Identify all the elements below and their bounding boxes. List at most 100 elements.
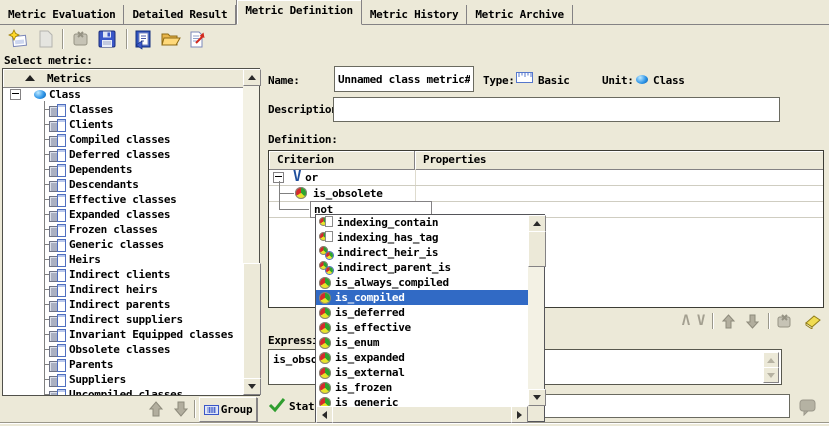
scrollbar-corner [528,406,544,421]
tab-detailed-result[interactable]: Detailed Result [124,5,236,24]
definition-row-or[interactable]: V or [269,169,823,186]
criterion-option[interactable]: is_effective [316,320,528,335]
properties-column-header[interactable]: Properties [415,151,823,169]
metric-icon [49,269,66,281]
metric-tree-item[interactable]: Invariant Equipped classes [3,327,243,342]
or-operator-button[interactable]: V [697,314,705,328]
scroll-thumb[interactable] [243,263,261,379]
metric-tree-item[interactable]: Expanded classes [3,207,243,222]
tab-bar: Metric Evaluation Detailed Result Metric… [0,0,829,25]
criterion-option[interactable]: is_external [316,365,528,380]
criterion-option[interactable]: is_enum [316,335,528,350]
new-metric-button[interactable] [6,27,30,51]
definition-row-is-obsolete[interactable]: is_obsolete [269,185,823,202]
scroll-thumb[interactable] [332,406,512,423]
pie-icon [319,367,331,379]
tab-metric-history[interactable]: Metric History [362,5,468,24]
metric-tree-item[interactable]: Generic classes [3,237,243,252]
criterion-option[interactable]: indirect_heir_is [316,245,528,260]
criterion-option[interactable]: indexing_has_tag [316,230,528,245]
criterion-dropdown-list: indexing_containindexing_has_tagindirect… [316,215,528,406]
metric-tree-item[interactable]: Compiled classes [3,132,243,147]
expression-scroll-up-button[interactable] [763,352,779,368]
scroll-thumb[interactable] [528,231,546,267]
delete-criterion-button[interactable] [776,313,795,330]
move-metric-down-button[interactable] [171,399,191,419]
scroll-right-button[interactable] [511,406,528,423]
name-input[interactable] [334,66,474,92]
erase-criterion-button[interactable] [802,313,822,329]
metric-tree-item[interactable]: Parents [3,357,243,372]
metric-tree-item-label: Compiled classes [69,133,170,146]
criterion-option[interactable]: indirect_parent_is [316,260,528,275]
metric-tree-item[interactable]: Classes [3,102,243,117]
tab-metric-archive[interactable]: Metric Archive [467,5,573,24]
import-metrics-button[interactable] [131,27,155,51]
scroll-down-button[interactable] [528,389,546,406]
criterion-option[interactable]: is_expanded [316,350,528,365]
metric-icon [49,179,66,191]
metric-tree-item[interactable]: Effective classes [3,192,243,207]
open-metrics-file-button[interactable] [158,27,182,51]
move-criterion-down-button[interactable] [744,313,761,330]
tab-metric-definition[interactable]: Metric Definition [236,0,361,25]
criterion-option-label: is_frozen [335,381,392,394]
criterion-dropdown: indexing_containindexing_has_tagindirect… [315,214,545,422]
metric-tree-item[interactable]: Clients [3,117,243,132]
metric-tree-root[interactable]: Class [3,87,243,102]
metric-tree-item-label: Clients [69,118,113,131]
criterion-option[interactable]: indexing_contain [316,215,528,230]
criterion-option[interactable]: is_deferred [316,305,528,320]
criterion-option[interactable]: is_frozen [316,380,528,395]
metric-tree-item[interactable]: Deferred classes [3,147,243,162]
criterion-option[interactable]: is_compiled [316,290,528,305]
comment-button[interactable] [798,398,818,416]
criterion-option[interactable]: is_always_compiled [316,275,528,290]
metric-tree-item[interactable]: Suppliers [3,372,243,387]
collapse-icon[interactable] [10,89,21,100]
metrics-column-header[interactable]: Metrics [3,69,243,88]
criterion-option-label: indirect_parent_is [337,261,451,274]
unit-value: Class [653,74,685,87]
duplicate-metric-button[interactable] [33,27,57,51]
tree-vertical-scrollbar[interactable] [243,69,259,395]
metric-tree-item[interactable]: Indirect parents [3,297,243,312]
metric-tool-window: Metric Evaluation Detailed Result Metric… [0,0,829,426]
metric-tree-item[interactable]: Frozen classes [3,222,243,237]
criterion-option[interactable]: is_generic [316,395,528,406]
tab-metric-evaluation[interactable]: Metric Evaluation [0,5,124,24]
move-criterion-up-button[interactable] [720,313,737,330]
move-metric-up-button[interactable] [146,399,166,419]
metric-tree-item-label: Indirect clients [69,268,170,281]
scroll-left-button[interactable] [316,406,333,423]
metric-tree-item[interactable]: Heirs [3,252,243,267]
metric-tree-item[interactable]: Uncompiled classes [3,387,243,395]
group-toggle-button[interactable]: Group [199,397,257,422]
scroll-down-button[interactable] [243,378,261,395]
delete-metric-button[interactable] [69,27,93,51]
scroll-up-button[interactable] [528,215,546,232]
metric-tree-item[interactable]: Indirect suppliers [3,312,243,327]
metric-tree-item[interactable]: Dependents [3,162,243,177]
move-down-icon [171,399,191,419]
metric-tree-item[interactable]: Indirect heirs [3,282,243,297]
criterion-column-header[interactable]: Criterion [269,151,415,169]
duplicate-metric-icon [34,28,56,50]
save-metric-button[interactable] [95,27,119,51]
metric-tree-item-label: Effective classes [69,193,176,206]
dropdown-vertical-scrollbar[interactable] [528,215,544,406]
and-operator-button[interactable]: Λ [682,314,690,328]
export-metrics-button[interactable] [185,27,209,51]
metric-icon [49,329,66,341]
metric-tree-item-label: Classes [69,103,113,116]
dropdown-horizontal-scrollbar[interactable] [316,406,528,421]
metric-tree-item[interactable]: Obsolete classes [3,342,243,357]
metric-tree-item[interactable]: Descendants [3,177,243,192]
toolbar-separator [62,29,63,49]
scroll-up-button[interactable] [243,69,261,86]
separator [194,400,195,418]
criterion-option-label: is_generic [335,396,398,406]
expression-scroll-down-button[interactable] [763,367,779,383]
metric-tree-item[interactable]: Indirect clients [3,267,243,282]
description-input[interactable] [333,97,780,122]
